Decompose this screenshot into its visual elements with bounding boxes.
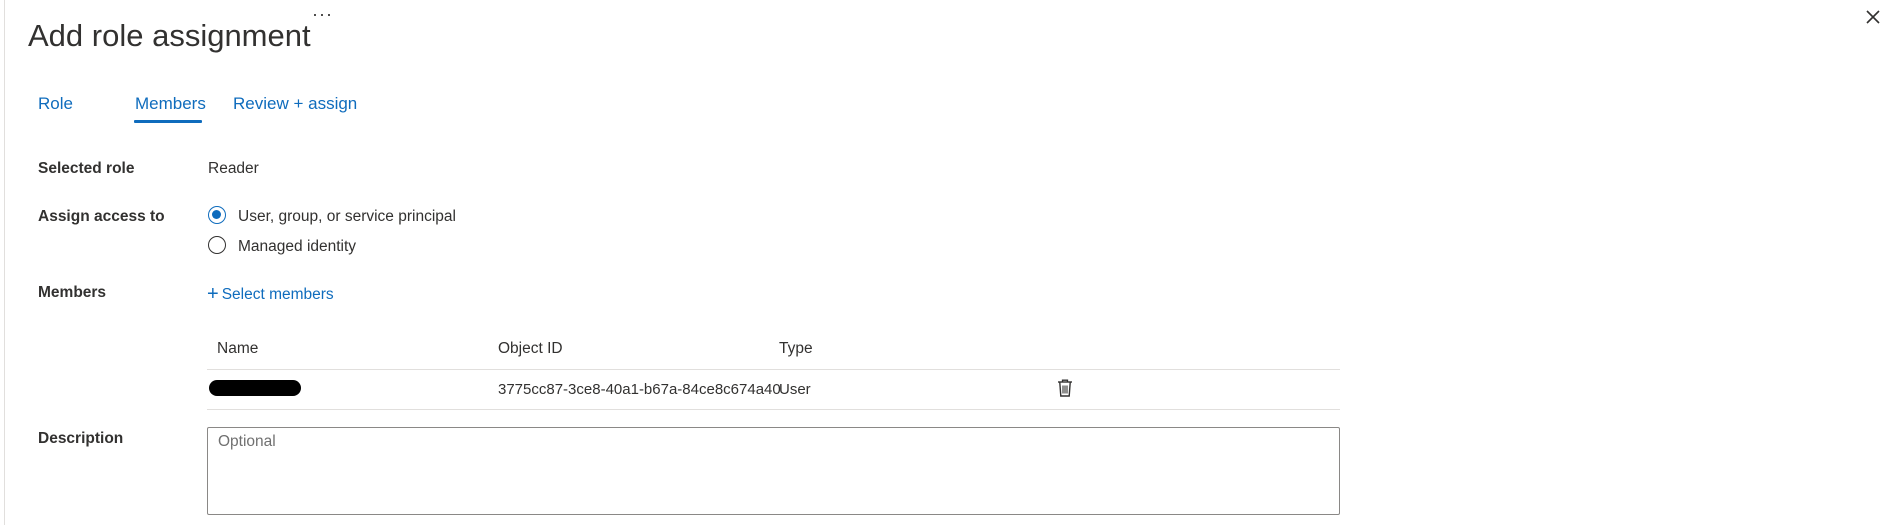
radio-user-group-sp-label[interactable]: User, group, or service principal	[238, 208, 456, 226]
column-header-type: Type	[779, 340, 813, 357]
member-object-id: 3775cc87-3ce8-40a1-b67a-84ce8c674a40	[498, 381, 781, 398]
table-divider	[207, 369, 1340, 370]
table-bottom-border	[207, 409, 1340, 410]
redacted-member-name	[209, 380, 301, 396]
plus-icon: +	[207, 283, 219, 305]
tab-role[interactable]: Role	[38, 94, 73, 114]
column-header-object-id: Object ID	[498, 340, 563, 357]
select-members-link[interactable]: + Select members	[207, 282, 334, 305]
page-title: Add role assignment	[28, 17, 311, 53]
trash-icon	[1058, 379, 1072, 397]
panel-edge	[4, 0, 5, 525]
description-field[interactable]	[207, 427, 1340, 515]
more-actions-button[interactable]: ···	[312, 4, 333, 25]
tab-members[interactable]: Members	[135, 94, 206, 114]
tab-review-assign[interactable]: Review + assign	[233, 94, 357, 114]
description-label: Description	[38, 430, 124, 447]
select-members-text[interactable]: Select members	[222, 286, 334, 303]
assign-access-label: Assign access to	[38, 208, 165, 225]
close-button[interactable]	[1862, 6, 1884, 28]
remove-member-button[interactable]	[1056, 378, 1074, 398]
radio-managed-identity[interactable]	[208, 236, 226, 254]
radio-user-group-sp[interactable]	[208, 206, 226, 224]
close-icon	[1866, 10, 1880, 24]
radio-managed-identity-label[interactable]: Managed identity	[238, 238, 356, 256]
active-tab-indicator	[134, 120, 202, 123]
selected-role-label: Selected role	[38, 160, 135, 177]
selected-role-value: Reader	[208, 160, 259, 177]
column-header-name: Name	[217, 340, 259, 357]
members-label: Members	[38, 284, 107, 301]
member-type: User	[779, 381, 811, 398]
